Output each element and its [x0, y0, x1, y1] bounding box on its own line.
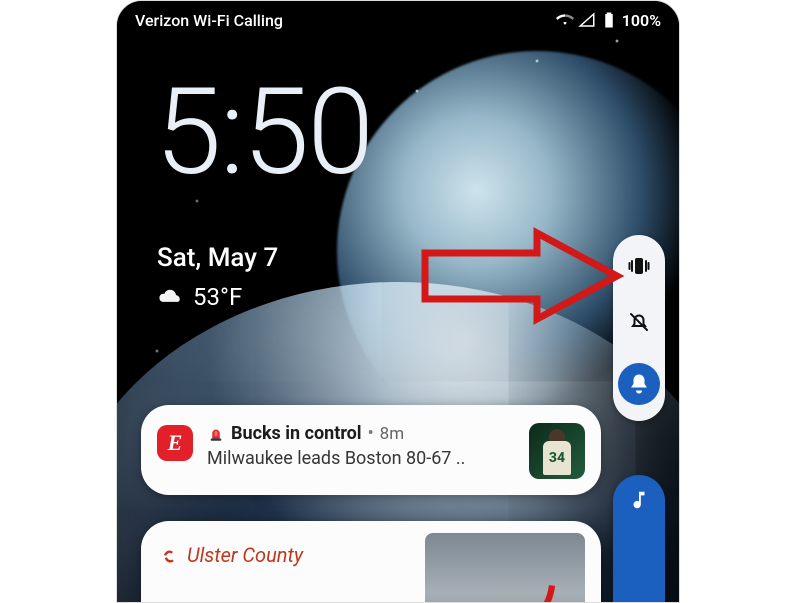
- espn-app-icon: E: [157, 425, 193, 461]
- music-note-icon: [628, 489, 650, 511]
- silent-option[interactable]: [624, 307, 654, 337]
- lock-date: Sat, May 7: [157, 243, 278, 273]
- status-bar: Verizon Wi-Fi Calling 100%: [117, 1, 679, 39]
- jersey-number: 34: [543, 441, 571, 475]
- cloud-icon: [157, 287, 183, 307]
- phone-frame: Verizon Wi-Fi Calling 100% 5:50 Sat, May…: [116, 0, 680, 603]
- wifi-icon: [556, 11, 574, 29]
- red-alert-icon: [161, 546, 179, 564]
- temperature: 53°F: [193, 283, 242, 311]
- notification2-label: Ulster County: [187, 543, 303, 567]
- lock-clock: 5:50: [155, 73, 372, 193]
- weather-row[interactable]: 53°F: [157, 283, 242, 311]
- vibrate-icon: [627, 254, 651, 278]
- notification-separator: •: [368, 423, 374, 444]
- vibrate-option[interactable]: [624, 251, 654, 281]
- notification-espn[interactable]: E Bucks in control • 8m Milwaukee leads …: [141, 405, 601, 495]
- notification-time: 8m: [380, 424, 404, 444]
- ring-option[interactable]: [618, 363, 660, 405]
- notification-thumbnail: 34: [529, 423, 585, 479]
- bell-icon: [627, 372, 651, 396]
- battery-percent: 100%: [622, 11, 661, 30]
- siren-icon: [207, 425, 225, 443]
- notification-title: Bucks in control: [231, 423, 362, 444]
- notification2-thumbnail: [425, 533, 585, 603]
- curved-annotation-arrow: [471, 573, 561, 603]
- status-icons: 100%: [556, 11, 661, 30]
- ring-mode-selector[interactable]: [613, 235, 665, 421]
- signal-icon: [578, 11, 596, 29]
- media-volume-slider[interactable]: [613, 475, 665, 603]
- notification-ulster[interactable]: Ulster County: [141, 521, 601, 603]
- notification-body: Milwaukee leads Boston 80-67 ..: [207, 448, 515, 469]
- carrier-label: Verizon Wi-Fi Calling: [135, 11, 283, 30]
- battery-icon: [600, 11, 618, 29]
- bell-off-icon: [627, 310, 651, 334]
